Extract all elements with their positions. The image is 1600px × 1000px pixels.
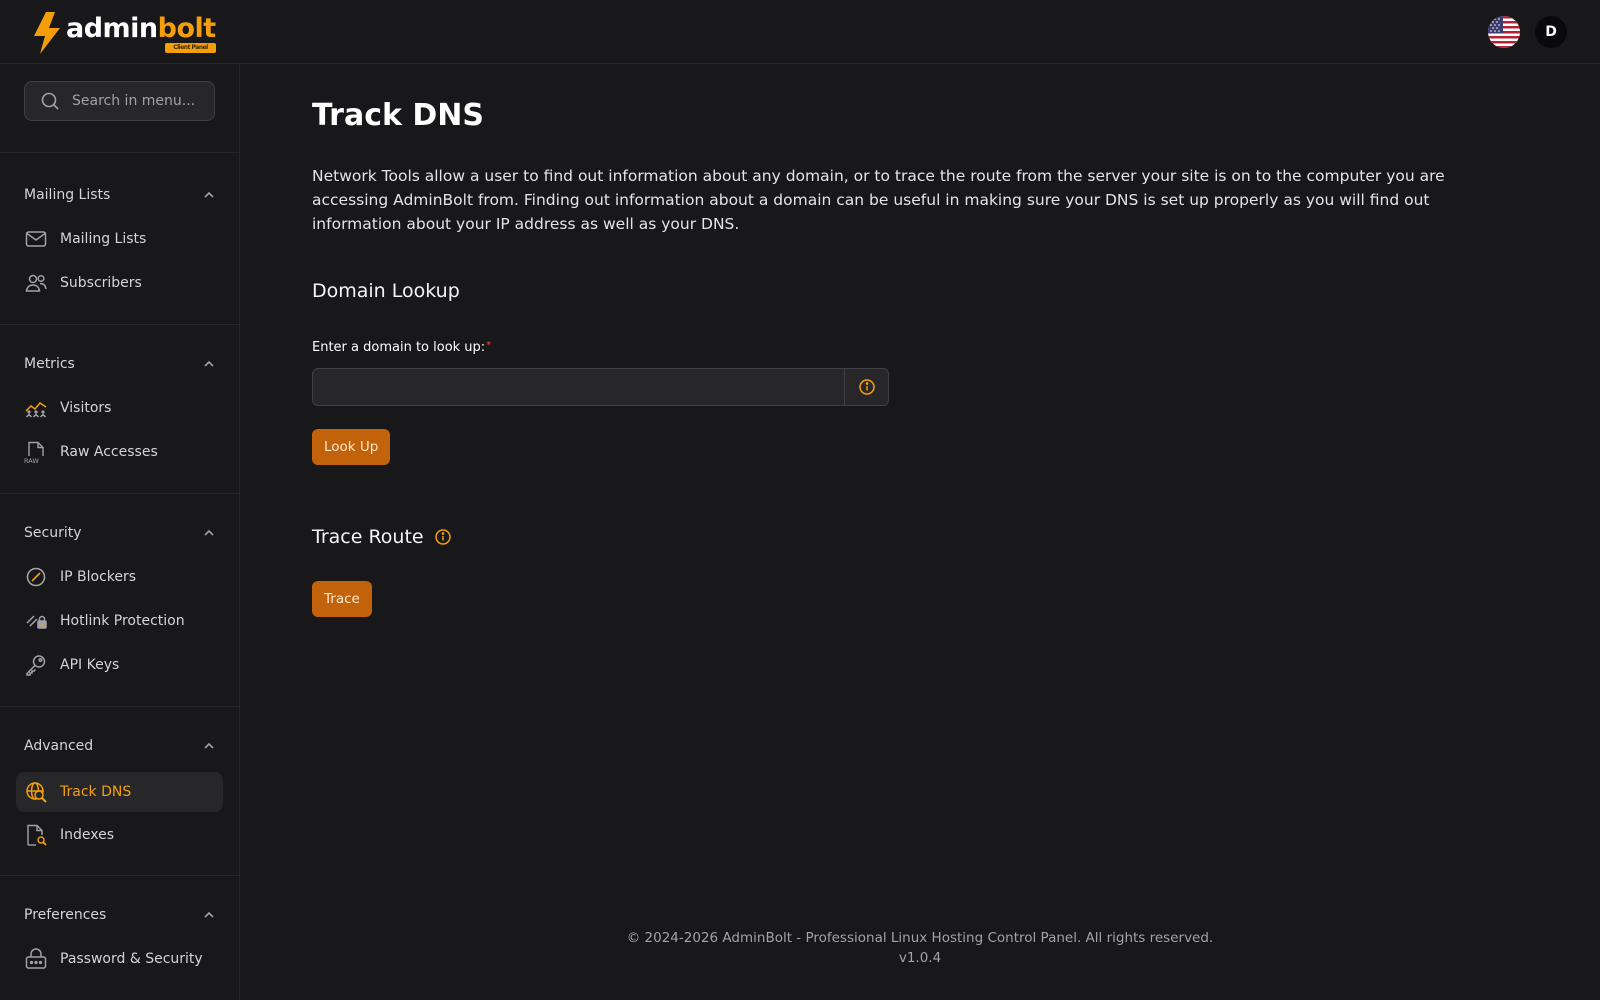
key-icon [24, 653, 48, 677]
page-title: Track DNS [312, 98, 485, 133]
chevron-up-icon [204, 529, 214, 536]
user-avatar[interactable]: D [1535, 16, 1567, 48]
domain-lookup-heading: Domain Lookup [312, 280, 460, 302]
group-toggle-mailing-lists[interactable]: Mailing Lists [24, 185, 216, 205]
us-flag-language-icon[interactable] [1488, 16, 1520, 48]
trace-route-heading: Trace Route [312, 526, 452, 548]
chevron-up-icon [204, 911, 214, 918]
sidebar-item-hotlink-protection[interactable]: Hotlink Protection [16, 601, 223, 641]
file-search-icon [24, 823, 48, 847]
sidebar-item-api-keys[interactable]: API Keys [16, 645, 223, 685]
globe-search-icon [24, 780, 48, 804]
sidebar-item-raw-accesses[interactable]: RAW Raw Accesses [16, 432, 223, 472]
group-toggle-security[interactable]: Security [24, 523, 216, 543]
sidebar-item-label: Hotlink Protection [60, 613, 185, 629]
look-up-button[interactable]: Look Up [312, 429, 391, 465]
sidebar-item-password-security[interactable]: Password & Security [16, 939, 223, 979]
sidebar-item-subscribers[interactable]: Subscribers [16, 263, 223, 303]
intro-text: Network Tools allow a user to find out i… [312, 167, 1445, 233]
sidebar-item-indexes[interactable]: Indexes [16, 815, 223, 855]
sidebar-item-visitors[interactable]: Visitors [16, 388, 223, 428]
sidebar: Mailing Lists Mailing Lists Subscribers … [0, 64, 240, 1000]
divider [0, 324, 239, 325]
top-bar: adminbolt Client Panel D [0, 0, 1600, 64]
chevron-up-icon [204, 191, 214, 198]
group-title: Mailing Lists [24, 187, 111, 203]
users-icon [24, 271, 48, 295]
search-input[interactable] [72, 93, 202, 109]
info-icon[interactable] [844, 369, 888, 405]
hotlink-lock-icon [24, 609, 48, 633]
info-icon[interactable] [434, 528, 452, 546]
envelope-icon [24, 227, 48, 251]
bolt-logo-icon [34, 12, 60, 54]
sidebar-item-label: Password & Security [60, 951, 203, 967]
divider [0, 152, 239, 153]
sidebar-item-label: Indexes [60, 827, 115, 843]
divider [0, 706, 239, 707]
version-text: v1.0.4 [898, 950, 942, 966]
field-label-text: Enter a domain to look up: [312, 340, 486, 355]
sidebar-item-label: Subscribers [60, 275, 142, 291]
section-title: Trace Route [312, 526, 424, 548]
sidebar-item-ip-blockers[interactable]: IP Blockers [16, 557, 223, 597]
logo-text-admin: admin [66, 13, 158, 44]
sidebar-item-mailing-lists[interactable]: Mailing Lists [16, 219, 223, 259]
copyright-text: © 2024-2026 AdminBolt - Professional Lin… [626, 930, 1214, 946]
group-title: Security [24, 525, 82, 541]
required-mark: * [486, 340, 492, 351]
main-content: Track DNS Network Tools allow a user to … [240, 64, 1600, 1000]
visitors-chart-icon [24, 396, 48, 420]
sidebar-item-label: Raw Accesses [60, 444, 158, 460]
group-toggle-metrics[interactable]: Metrics [24, 354, 216, 374]
domain-input-group [312, 368, 889, 406]
sidebar-item-label: Visitors [60, 400, 112, 416]
logo-text-bolt: bolt [157, 13, 217, 44]
chevron-up-icon [204, 742, 214, 749]
trace-button[interactable]: Trace [312, 581, 372, 617]
sidebar-search[interactable] [24, 81, 215, 121]
sidebar-item-label: IP Blockers [60, 569, 137, 585]
chevron-up-icon [204, 360, 214, 367]
group-title: Preferences [24, 907, 107, 923]
group-toggle-advanced[interactable]: Advanced [24, 736, 216, 756]
sidebar-item-track-dns[interactable]: Track DNS [16, 772, 223, 812]
section-title: Domain Lookup [312, 280, 460, 302]
group-title: Metrics [24, 356, 75, 372]
divider [0, 875, 239, 876]
svg-text:RAW: RAW [24, 457, 39, 464]
adminbolt-logo[interactable]: adminbolt Client Panel [30, 12, 216, 54]
group-title: Advanced [24, 738, 94, 754]
search-icon [41, 92, 59, 110]
raw-file-icon: RAW [24, 440, 48, 464]
sidebar-item-label: Mailing Lists [60, 231, 147, 247]
divider [0, 493, 239, 494]
logo-wordmark: adminbolt Client Panel [66, 13, 217, 53]
block-icon [24, 565, 48, 589]
domain-field-label: Enter a domain to look up:* [312, 340, 491, 355]
password-lock-icon [24, 947, 48, 971]
domain-input[interactable] [313, 369, 844, 405]
sidebar-item-label: Track DNS [60, 784, 132, 800]
footer: © 2024-2026 AdminBolt - Professional Lin… [240, 928, 1600, 968]
sidebar-item-label: API Keys [60, 657, 120, 673]
group-toggle-preferences[interactable]: Preferences [24, 905, 216, 925]
client-panel-badge: Client Panel [165, 43, 216, 53]
